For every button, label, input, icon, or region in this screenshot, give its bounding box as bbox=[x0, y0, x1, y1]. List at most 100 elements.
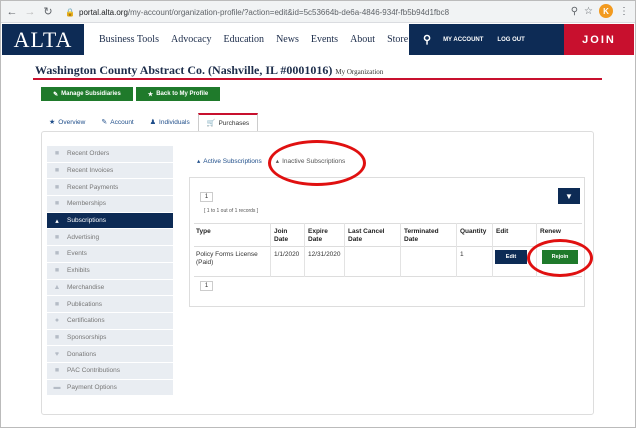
back-arrow-icon[interactable]: ← bbox=[5, 5, 19, 19]
subscription-icon: ▴ bbox=[275, 158, 280, 165]
book-icon: ■ bbox=[54, 300, 60, 308]
sidebar-item-label: Recent Orders bbox=[67, 150, 110, 158]
sidebar-item-publications[interactable]: ■ Publications bbox=[47, 296, 173, 313]
log-out-link[interactable]: LOG OUT bbox=[497, 37, 524, 43]
forward-arrow-icon[interactable]: → bbox=[23, 5, 37, 19]
tab-purchases[interactable]: 🛒 Purchases bbox=[197, 113, 259, 131]
user-icon: ♟ bbox=[149, 119, 157, 126]
profile-tabs: ★ Overview ✎ Account ♟ Individuals 🛒 Pur… bbox=[41, 113, 259, 131]
reload-icon[interactable]: ↻ bbox=[41, 5, 55, 19]
page-button-top[interactable]: 1 bbox=[200, 192, 213, 202]
col-last-cancel-date: Last Cancel Date bbox=[348, 228, 385, 243]
browser-menu-icon[interactable]: ⋮ bbox=[619, 6, 629, 17]
filter-button[interactable]: ▼ bbox=[558, 188, 580, 204]
sidebar-item-label: Memberships bbox=[67, 200, 107, 208]
tab-account[interactable]: ✎ Account bbox=[93, 113, 141, 131]
my-account-link[interactable]: MY ACCOUNT bbox=[443, 37, 483, 43]
subscription-tabs: ▴ Active Subscriptions ▴ Inactive Subscr… bbox=[197, 157, 346, 166]
sidebar-item-label: Exhibits bbox=[67, 267, 90, 275]
sidebar-item-pac-contributions[interactable]: ■ PAC Contributions bbox=[47, 362, 173, 380]
subscriptions-table-container: 1 [ 1 to 1 out of 1 records ] ▼ Type Joi… bbox=[189, 177, 585, 307]
browser-toolbar: ← → ↻ 🔒 portal.alta.org/my-account/organ… bbox=[1, 1, 635, 23]
tab-overview[interactable]: ★ Overview bbox=[41, 113, 93, 131]
sidebar-item-label: Payment Options bbox=[67, 383, 117, 391]
nav-about[interactable]: About bbox=[350, 34, 375, 45]
cell-quantity: 1 bbox=[460, 251, 464, 258]
sidebar-item-advertising[interactable]: ■ Advertising bbox=[47, 229, 173, 247]
sponsorship-icon: ■ bbox=[54, 333, 60, 341]
zoom-icon[interactable]: ⚲ bbox=[571, 6, 578, 17]
nav-advocacy[interactable]: Advocacy bbox=[171, 34, 212, 45]
address-bar[interactable]: 🔒 portal.alta.org/my-account/organizatio… bbox=[65, 4, 580, 20]
tab-overview-label: Overview bbox=[58, 118, 86, 126]
alta-logo[interactable]: ALTA bbox=[2, 24, 84, 55]
manage-subsidiaries-button[interactable]: ✎ Manage Subsidiaries bbox=[41, 87, 133, 101]
col-terminated-date: Terminated Date bbox=[404, 228, 439, 243]
megaphone-icon: ■ bbox=[54, 233, 60, 241]
nav-store[interactable]: Store bbox=[387, 34, 408, 45]
column-divider bbox=[270, 223, 271, 277]
column-divider bbox=[400, 223, 401, 277]
back-to-profile-button[interactable]: ★ Back to My Profile bbox=[136, 87, 220, 101]
sidebar-item-recent-payments[interactable]: ■ Recent Payments bbox=[47, 179, 173, 197]
sidebar-item-label: Advertising bbox=[67, 233, 100, 241]
bookmark-star-icon[interactable]: ☆ bbox=[584, 6, 593, 17]
sidebar-item-label: Sponsorships bbox=[67, 333, 107, 341]
sidebar-item-recent-invoices[interactable]: ■ Recent Invoices bbox=[47, 162, 173, 180]
tab-individuals[interactable]: ♟ Individuals bbox=[142, 113, 198, 131]
sidebar-item-exhibits[interactable]: ■ Exhibits bbox=[47, 262, 173, 280]
subscription-icon: ▴ bbox=[197, 158, 201, 165]
sidebar-item-donations[interactable]: ♥ Donations bbox=[47, 346, 173, 363]
merchandise-icon: ▲ bbox=[53, 283, 61, 291]
lock-icon: 🔒 bbox=[65, 7, 75, 17]
tab-active-subscriptions[interactable]: ▴ Active Subscriptions bbox=[197, 157, 262, 166]
star-icon: ★ bbox=[147, 91, 154, 98]
invoice-icon: ■ bbox=[54, 167, 60, 175]
membership-icon: ■ bbox=[54, 200, 60, 208]
rejoin-button[interactable]: Rejoin bbox=[542, 250, 578, 264]
main-nav: Business Tools Advocacy Education News E… bbox=[99, 24, 408, 55]
page-button-bottom[interactable]: 1 bbox=[200, 281, 213, 291]
sidebar-item-label: Recent Payments bbox=[67, 183, 119, 191]
col-quantity: Quantity bbox=[460, 228, 487, 235]
cell-join-date: 1/1/2020 bbox=[274, 251, 300, 258]
purchases-sidebar: ■ Recent Orders ■ Recent Invoices ■ Recent … bbox=[47, 146, 173, 397]
sidebar-item-subscriptions[interactable]: ▴ Subscriptions bbox=[47, 212, 173, 230]
sidebar-item-memberships[interactable]: ■ Memberships bbox=[47, 196, 173, 213]
certificate-icon: ● bbox=[54, 317, 60, 325]
url-path: /my-account/organization-profile/?action… bbox=[127, 7, 450, 17]
calendar-icon: ■ bbox=[54, 250, 60, 258]
column-divider bbox=[492, 223, 493, 277]
sidebar-item-label: Certifications bbox=[67, 317, 105, 325]
nav-news[interactable]: News bbox=[276, 34, 299, 45]
sidebar-item-recent-orders[interactable]: ■ Recent Orders bbox=[47, 146, 173, 163]
site-header: ALTA Business Tools Advocacy Education N… bbox=[2, 24, 634, 55]
tab-inactive-subscriptions[interactable]: ▴ Inactive Subscriptions bbox=[275, 157, 346, 166]
organization-name: Washington County Abstract Co. (Nashvill… bbox=[35, 63, 333, 77]
sidebar-item-label: Events bbox=[67, 250, 87, 258]
col-edit: Edit bbox=[496, 228, 509, 235]
star-icon: ★ bbox=[49, 119, 56, 126]
join-button[interactable]: JOIN bbox=[564, 24, 634, 55]
sidebar-item-events[interactable]: ■ Events bbox=[47, 246, 173, 263]
search-icon[interactable]: ⚲ bbox=[423, 33, 431, 46]
exhibit-icon: ■ bbox=[54, 267, 60, 275]
edit-button[interactable]: Edit bbox=[495, 250, 527, 264]
page-title: Washington County Abstract Co. (Nashvill… bbox=[35, 63, 383, 78]
subscription-icon: ▴ bbox=[55, 217, 59, 225]
sidebar-item-label: Recent Invoices bbox=[67, 167, 114, 175]
table-header: Type Join Date Expire Date Last Cancel D… bbox=[194, 223, 582, 247]
sidebar-item-merchandise[interactable]: ▲ Merchandise bbox=[47, 279, 173, 297]
nav-education[interactable]: Education bbox=[224, 34, 265, 45]
nav-business-tools[interactable]: Business Tools bbox=[99, 34, 159, 45]
sidebar-item-payment-options[interactable]: ▬ Payment Options bbox=[47, 379, 173, 397]
sidebar-item-label: Merchandise bbox=[67, 283, 105, 291]
sidebar-item-label: PAC Contributions bbox=[67, 367, 120, 375]
sidebar-item-label: Publications bbox=[67, 300, 103, 308]
nav-events[interactable]: Events bbox=[311, 34, 338, 45]
sidebar-item-certifications[interactable]: ● Certifications bbox=[47, 312, 173, 330]
profile-avatar[interactable]: K bbox=[599, 4, 613, 18]
credit-card-icon: ▬ bbox=[53, 383, 61, 391]
sidebar-item-sponsorships[interactable]: ■ Sponsorships bbox=[47, 329, 173, 347]
title-divider bbox=[33, 78, 602, 80]
